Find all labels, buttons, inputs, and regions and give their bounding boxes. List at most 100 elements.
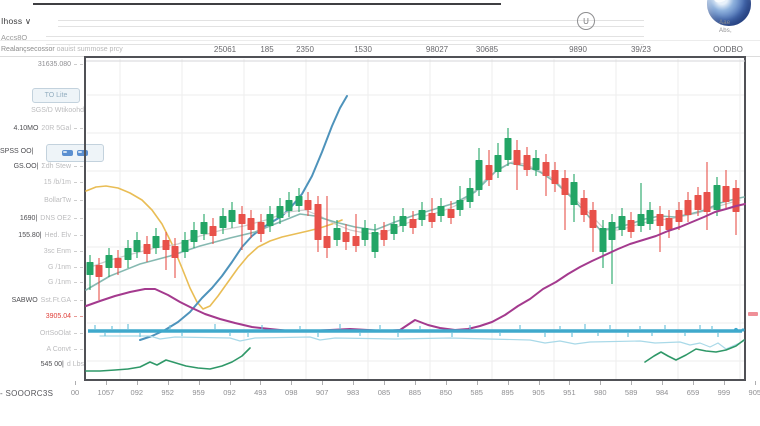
- band-tick: [451, 333, 452, 337]
- candle-body: [201, 222, 208, 234]
- candle-body: [87, 262, 94, 275]
- header-number: 185: [260, 45, 273, 54]
- band-tick: [519, 325, 520, 329]
- candle-body: [372, 232, 379, 252]
- candle-body: [106, 255, 113, 268]
- band-tick: [699, 325, 700, 329]
- x-axis-tick: [322, 381, 323, 385]
- x-axis-tick: [755, 381, 756, 385]
- x-axis-label: 905: [740, 388, 760, 397]
- leader-dash: [74, 267, 83, 268]
- leader-dash: [74, 282, 83, 283]
- candle-body: [486, 165, 493, 180]
- band-tick: [317, 333, 318, 337]
- overlay-green-left: [86, 348, 250, 371]
- candle-body: [134, 240, 141, 252]
- candle-body: [666, 218, 673, 230]
- x-axis-tick: [353, 381, 354, 385]
- band-end-dot: [734, 328, 738, 332]
- sidebar-row: OrtSoOlat: [0, 329, 84, 338]
- candle-body: [286, 200, 293, 211]
- sidebar-row: SABWOSst.Ft.GA: [0, 296, 84, 305]
- candle-body: [505, 138, 512, 160]
- header-number: 39/23: [631, 45, 651, 54]
- x-axis-label: 907: [307, 388, 337, 397]
- band-tick: [559, 326, 560, 329]
- candle-body: [248, 218, 255, 230]
- candle-body: [419, 210, 426, 220]
- sidebar-button[interactable]: TO Lite: [32, 88, 80, 103]
- candle-body: [657, 214, 664, 226]
- candle-body: [533, 158, 540, 170]
- sidebar-row: G /1nm: [0, 263, 84, 272]
- candle-body: [514, 150, 521, 165]
- app-menu-title[interactable]: Ihoss ∨: [1, 16, 31, 27]
- leader-dash: [74, 235, 83, 236]
- band-tick: [544, 333, 545, 337]
- user-icon[interactable]: U: [577, 12, 595, 30]
- x-axis-tick: [724, 381, 725, 385]
- x-axis-tick: [508, 381, 509, 385]
- candle-body: [96, 265, 103, 277]
- candle-body: [714, 185, 721, 210]
- candle-body: [277, 206, 284, 218]
- band-tick: [379, 325, 380, 329]
- header-rule: [46, 44, 644, 45]
- candle-body: [115, 258, 122, 268]
- x-axis-tick: [75, 381, 76, 385]
- x-axis-tick: [600, 381, 601, 385]
- candle-body: [457, 200, 464, 210]
- sidebar-row-text: DNS OE2: [40, 215, 71, 222]
- leader-dash: [74, 218, 83, 219]
- sidebar-row-text: 545 00|: [41, 361, 64, 368]
- x-axis-label: 659: [678, 388, 708, 397]
- x-axis-tick: [199, 381, 200, 385]
- x-axis-tick: [230, 381, 231, 385]
- candle-body: [153, 236, 160, 248]
- candle-body: [695, 195, 702, 210]
- x-axis-label: 585: [462, 388, 492, 397]
- candle-body: [647, 210, 654, 224]
- band-tick: [419, 326, 420, 329]
- sidebar-row-text: Sst.Ft.GA: [41, 297, 71, 304]
- x-axis-label: 952: [153, 388, 183, 397]
- candle-body: [571, 182, 578, 205]
- sidebar-row-text: GS.OO|: [14, 163, 39, 170]
- leader-dash: [74, 251, 83, 252]
- x-axis-tick: [415, 381, 416, 385]
- sidebar-row: GS.OO|Σdh Stew: [0, 162, 84, 171]
- x-axis-tick: [477, 381, 478, 385]
- candle-body: [495, 155, 502, 172]
- candle-body: [590, 210, 597, 228]
- sidebar-row: G /1nm: [0, 278, 84, 287]
- x-axis-tick: [384, 381, 385, 385]
- header-rule: [0, 40, 760, 41]
- sidebar-row: 31635.080: [0, 60, 84, 69]
- candle-body: [543, 162, 550, 176]
- sidebar-row: 155.80|Hed. Elv: [0, 231, 84, 240]
- candle-body: [182, 240, 189, 252]
- band-tick: [597, 333, 598, 336]
- candle-body: [429, 213, 436, 222]
- sidebar-row-text: 3sc Enm: [44, 248, 71, 255]
- x-axis-tick: [106, 381, 107, 385]
- band-tick: [664, 325, 665, 329]
- x-axis-label: 951: [554, 388, 584, 397]
- candle-body: [438, 206, 445, 216]
- band-tick: [627, 333, 628, 337]
- x-axis-label: 959: [184, 388, 214, 397]
- candle-body: [619, 216, 626, 230]
- sidebar-row-text: 31635.080: [38, 61, 71, 68]
- candle-body: [524, 155, 531, 170]
- band-tick: [651, 333, 652, 336]
- sidebar-row-text: 15 /b/1m: [44, 179, 71, 186]
- sidebar-row: BollarTw: [0, 196, 84, 205]
- candle-body: [267, 214, 274, 226]
- band-tick: [261, 325, 262, 329]
- candle-body: [125, 248, 132, 260]
- sidebar-row: 15 /b/1m: [0, 178, 84, 187]
- candle-body: [562, 178, 569, 195]
- candle-body: [600, 228, 607, 252]
- sidebar-row: 4.10MO20R 5Gal: [0, 124, 84, 133]
- sidebar-row-text: 4.10MO: [14, 125, 39, 132]
